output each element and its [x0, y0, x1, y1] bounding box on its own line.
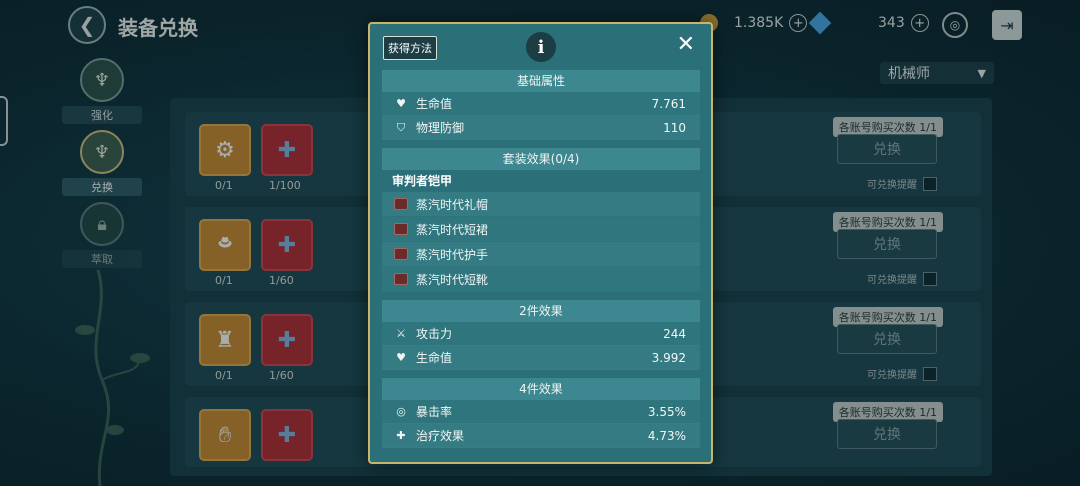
gauntlet-icon	[394, 248, 408, 260]
stat-value: 244	[663, 326, 686, 341]
stat-label: 生命值	[416, 351, 453, 365]
stat-row: ♥ 生命值 3.992	[382, 346, 700, 370]
set-piece: 蒸汽时代礼帽	[382, 192, 700, 217]
close-icon[interactable]: ✕	[677, 34, 695, 56]
item-detail-modal: 获得方法 i ✕ 基础属性 ♥ 生命值 7.761 ⛉ 物理防御 110 套装效果(…	[368, 22, 713, 464]
modal-header: 获得方法 i ✕	[370, 24, 711, 70]
info-icon: i	[526, 32, 556, 62]
boots-icon	[394, 273, 408, 285]
obtain-method-button[interactable]: 获得方法	[383, 36, 437, 60]
heal-icon: ✚	[396, 429, 406, 442]
set-piece-label: 蒸汽时代礼帽	[416, 197, 489, 212]
set-pieces-list: 蒸汽时代礼帽 蒸汽时代短裙 蒸汽时代护手 蒸汽时代短靴	[382, 192, 700, 292]
stat-row: ♥ 生命值 7.761	[382, 92, 700, 116]
four-piece-effect-header: 4件效果	[382, 378, 700, 400]
modal-body[interactable]: 基础属性 ♥ 生命值 7.761 ⛉ 物理防御 110 套装效果(0/4) 审判者铠…	[382, 70, 700, 456]
stat-value: 110	[663, 120, 686, 135]
shield-icon: ⛉	[396, 120, 406, 134]
set-piece: 蒸汽时代短裙	[382, 217, 700, 242]
base-attributes-header: 基础属性	[382, 70, 700, 92]
two-piece-stats-list: ⚔ 攻击力 244 ♥ 生命值 3.992	[382, 322, 700, 370]
base-stats-list: ♥ 生命值 7.761 ⛉ 物理防御 110	[382, 92, 700, 140]
set-piece-label: 蒸汽时代护手	[416, 247, 489, 262]
stat-label: 生命值	[416, 97, 453, 111]
set-name: 审判者铠甲	[392, 174, 453, 188]
stat-row: ◎ 暴击率 3.55%	[382, 400, 700, 424]
set-piece-label: 蒸汽时代短靴	[416, 272, 489, 287]
heart-icon: ♥	[396, 351, 406, 364]
stat-value: 7.761	[651, 96, 686, 111]
stat-value: 4.73%	[647, 428, 686, 443]
hat-icon	[394, 198, 408, 210]
skirt-icon	[394, 223, 408, 235]
set-effect-header: 套装效果(0/4)	[382, 148, 700, 170]
stat-label: 攻击力	[416, 327, 453, 341]
swords-icon: ⚔	[396, 327, 406, 340]
stat-value: 3.992	[651, 350, 686, 365]
stat-row: ⚔ 攻击力 244	[382, 322, 700, 346]
stat-label: 物理防御	[416, 121, 465, 135]
two-piece-effect-header: 2件效果	[382, 300, 700, 322]
stat-row: ✚ 治疗效果 4.73%	[382, 424, 700, 448]
stat-row: ⛉ 物理防御 110	[382, 116, 700, 140]
set-piece-label: 蒸汽时代短裙	[416, 222, 489, 237]
four-piece-stats-list: ◎ 暴击率 3.55% ✚ 治疗效果 4.73%	[382, 400, 700, 448]
crit-icon: ◎	[396, 405, 406, 418]
set-piece: 蒸汽时代短靴	[382, 267, 700, 292]
stat-label: 暴击率	[416, 405, 453, 419]
stat-label: 治疗效果	[416, 429, 465, 443]
set-piece: 蒸汽时代护手	[382, 242, 700, 267]
stat-value: 3.55%	[647, 404, 686, 419]
heart-icon: ♥	[396, 97, 406, 110]
